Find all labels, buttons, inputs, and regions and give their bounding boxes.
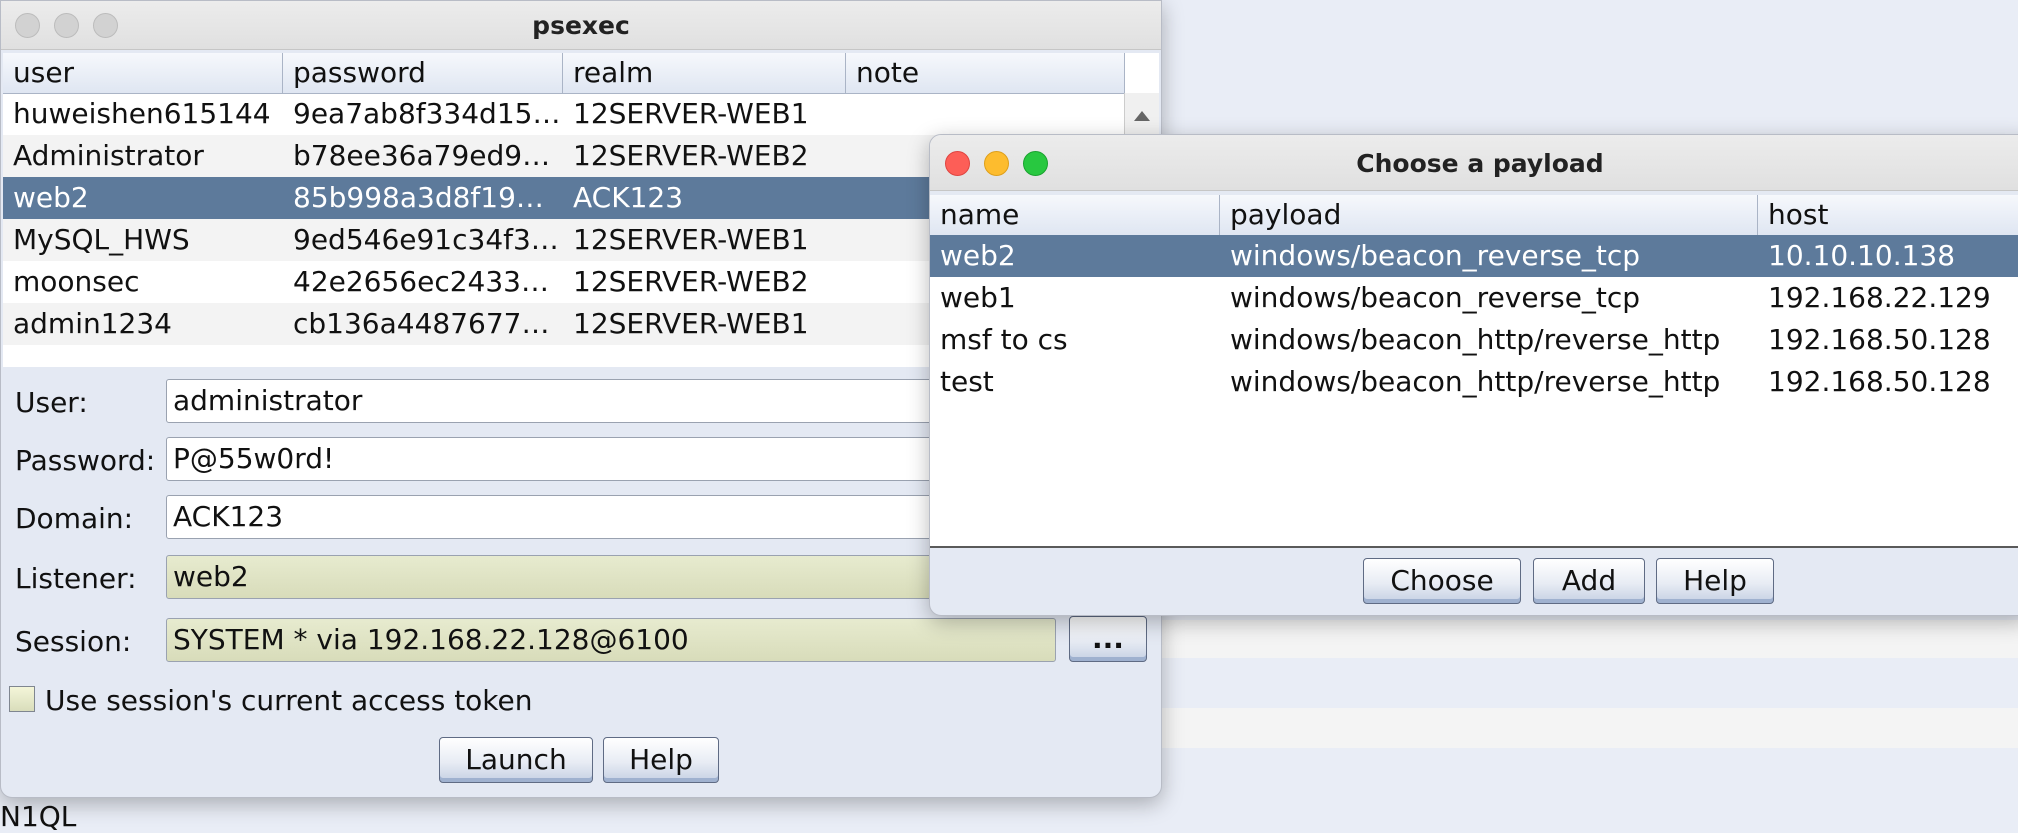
help-button[interactable]: Help [1656, 558, 1774, 604]
column-header-user[interactable]: user [3, 53, 283, 93]
cell-password: 42e2656ec2433… [293, 265, 549, 298]
cell-password: 9ea7ab8f334d15… [293, 97, 561, 130]
cell-host: 192.168.50.128 [1768, 365, 1991, 398]
table-header: user password realm note [3, 53, 1125, 94]
password-label: Password: [15, 444, 156, 477]
dialog-title: Choose a payload [1356, 149, 1604, 178]
cell-host: 192.168.22.129 [1768, 281, 1991, 314]
cell-realm: ACK123 [573, 181, 684, 214]
cell-payload: windows/beacon_http/reverse_http [1230, 365, 1721, 398]
payload-titlebar: Choose a payload [930, 135, 2018, 191]
cell-password: 85b998a3d8f19… [293, 181, 544, 214]
table-row[interactable]: test windows/beacon_http/reverse_http 192.… [930, 361, 2018, 403]
cell-name: web1 [940, 281, 1016, 314]
cell-name: msf to cs [940, 323, 1068, 356]
launch-button[interactable]: Launch [439, 737, 593, 783]
table-row[interactable]: web2 windows/beacon_reverse_tcp 10.10.10.1… [930, 235, 2018, 277]
column-header-realm[interactable]: realm [563, 53, 846, 93]
background-row [1130, 708, 2018, 748]
column-header-password[interactable]: password [283, 53, 563, 93]
access-token-label: Use session's current access token [45, 684, 533, 717]
cell-realm: 12SERVER-WEB1 [573, 97, 809, 130]
cell-password: 9ed546e91c34f3… [293, 223, 559, 256]
cell-realm: 12SERVER-WEB2 [573, 139, 809, 172]
cell-name: test [940, 365, 994, 398]
cell-host: 10.10.10.138 [1768, 239, 1956, 272]
cell-realm: 12SERVER-WEB2 [573, 265, 809, 298]
psexec-titlebar: psexec [1, 1, 1161, 50]
cell-name: web2 [940, 239, 1016, 272]
listener-label: Listener: [15, 562, 137, 595]
cell-note [846, 93, 1125, 135]
scroll-up-icon[interactable] [1134, 111, 1150, 121]
column-header-payload[interactable]: payload [1220, 195, 1758, 235]
help-button[interactable]: Help [603, 737, 719, 783]
background-row [1130, 620, 2018, 658]
cell-user: moonsec [13, 265, 140, 298]
payload-table: name payload host web2 windows/beacon_rev… [930, 195, 2018, 546]
session-field[interactable]: SYSTEM * via 192.168.22.128@6100 [166, 618, 1056, 662]
user-label: User: [15, 386, 88, 419]
cell-payload: windows/beacon_http/reverse_http [1230, 323, 1721, 356]
column-header-name[interactable]: name [930, 195, 1220, 235]
session-picker-button[interactable]: ... [1069, 616, 1147, 662]
table-row[interactable]: msf to cs windows/beacon_http/reverse_htt… [930, 319, 2018, 361]
cell-user: web2 [13, 181, 89, 214]
cell-realm: 12SERVER-WEB1 [573, 307, 809, 340]
cell-password: cb136a4487677… [293, 307, 550, 340]
cell-user: MySQL_HWS [13, 223, 190, 256]
choose-button[interactable]: Choose [1363, 558, 1521, 604]
table-bottom-border [930, 546, 2018, 548]
column-header-host[interactable]: host [1758, 195, 2018, 235]
cell-host: 192.168.50.128 [1768, 323, 1991, 356]
cell-payload: windows/beacon_reverse_tcp [1230, 281, 1641, 314]
add-button[interactable]: Add [1533, 558, 1645, 604]
table-row[interactable]: huweishen615144 9ea7ab8f334d15… 12SERVER-W… [3, 93, 1125, 135]
table-row[interactable]: web1 windows/beacon_reverse_tcp 192.168.22… [930, 277, 2018, 319]
cell-realm: 12SERVER-WEB1 [573, 223, 809, 256]
column-header-note[interactable]: note [846, 53, 1125, 93]
cell-user: admin1234 [13, 307, 172, 340]
choose-payload-dialog: Choose a payload name payload host web2 w… [929, 134, 2018, 616]
cell-payload: windows/beacon_reverse_tcp [1230, 239, 1641, 272]
background-partial-text: N1QL [0, 800, 77, 833]
cell-password: b78ee36a79ed9… [293, 139, 551, 172]
cell-user: Administrator [13, 139, 204, 172]
domain-label: Domain: [15, 502, 134, 535]
session-label: Session: [15, 625, 132, 658]
table-header: name payload host [930, 195, 2018, 236]
cell-user: huweishen615144 [13, 97, 271, 130]
access-token-checkbox[interactable] [9, 686, 35, 712]
window-title: psexec [532, 11, 630, 40]
